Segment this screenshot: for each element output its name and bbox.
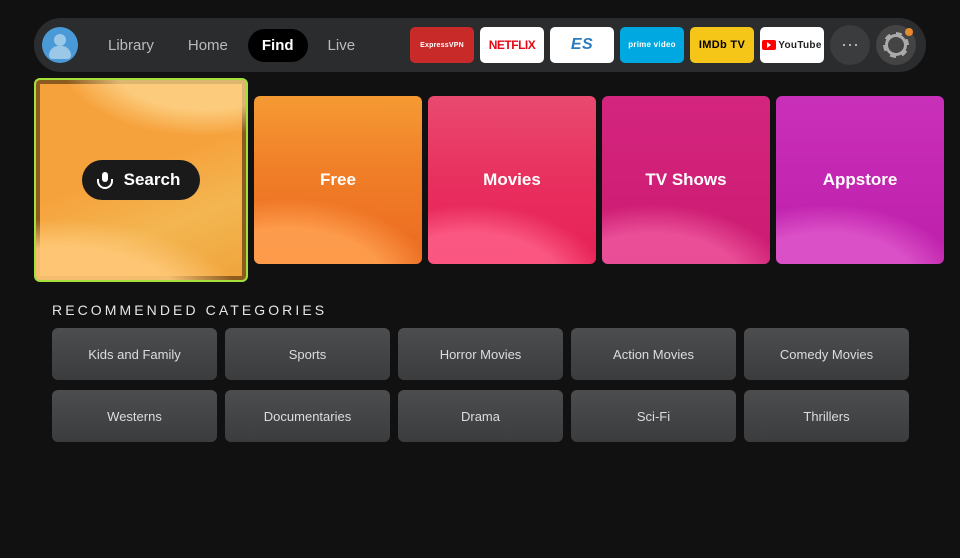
settings-button[interactable] — [876, 25, 916, 65]
app-es-file-explorer[interactable]: ES — [550, 27, 614, 63]
search-pill: Search — [82, 160, 201, 200]
tv-shows-tile[interactable]: TV Shows — [602, 96, 770, 264]
find-hero-row: Search Free Movies TV Shows Appstore — [34, 96, 960, 282]
category-thrillers[interactable]: Thrillers — [744, 390, 909, 442]
recommended-categories-title: RECOMMENDED CATEGORIES — [52, 302, 960, 318]
appstore-tile[interactable]: Appstore — [776, 96, 944, 264]
movies-label: Movies — [483, 170, 541, 190]
category-sports[interactable]: Sports — [225, 328, 390, 380]
app-imdb-tv[interactable]: IMDb TV — [690, 27, 754, 63]
category-action-movies[interactable]: Action Movies — [571, 328, 736, 380]
app-netflix[interactable]: NETFLIX — [480, 27, 544, 63]
recommended-categories-grid: Kids and Family Sports Horror Movies Act… — [52, 328, 960, 442]
free-tile[interactable]: Free — [254, 96, 422, 264]
category-horror-movies[interactable]: Horror Movies — [398, 328, 563, 380]
free-label: Free — [320, 170, 356, 190]
category-documentaries[interactable]: Documentaries — [225, 390, 390, 442]
tv-shows-label: TV Shows — [645, 170, 726, 190]
youtube-play-icon — [762, 40, 776, 50]
category-comedy-movies[interactable]: Comedy Movies — [744, 328, 909, 380]
nav-library[interactable]: Library — [94, 29, 168, 62]
app-youtube-label: YouTube — [778, 40, 821, 51]
category-westerns[interactable]: Westerns — [52, 390, 217, 442]
app-expressvpn[interactable]: ExpressVPN — [410, 27, 474, 63]
more-apps-button[interactable]: ⋯ — [830, 25, 870, 65]
profile-avatar[interactable] — [42, 27, 78, 63]
nav-home[interactable]: Home — [174, 29, 242, 62]
category-drama[interactable]: Drama — [398, 390, 563, 442]
gear-icon — [885, 34, 907, 56]
search-label: Search — [124, 170, 181, 190]
movies-tile[interactable]: Movies — [428, 96, 596, 264]
app-youtube[interactable]: YouTube — [760, 27, 824, 63]
appstore-label: Appstore — [823, 170, 898, 190]
microphone-icon — [96, 171, 114, 189]
nav-find[interactable]: Find — [248, 29, 308, 62]
category-sci-fi[interactable]: Sci-Fi — [571, 390, 736, 442]
category-kids-and-family[interactable]: Kids and Family — [52, 328, 217, 380]
nav-live[interactable]: Live — [314, 29, 370, 62]
app-prime-video[interactable]: prime video — [620, 27, 684, 63]
top-navbar: Library Home Find Live ExpressVPN NETFLI… — [34, 18, 926, 72]
search-tile[interactable]: Search — [34, 78, 248, 282]
